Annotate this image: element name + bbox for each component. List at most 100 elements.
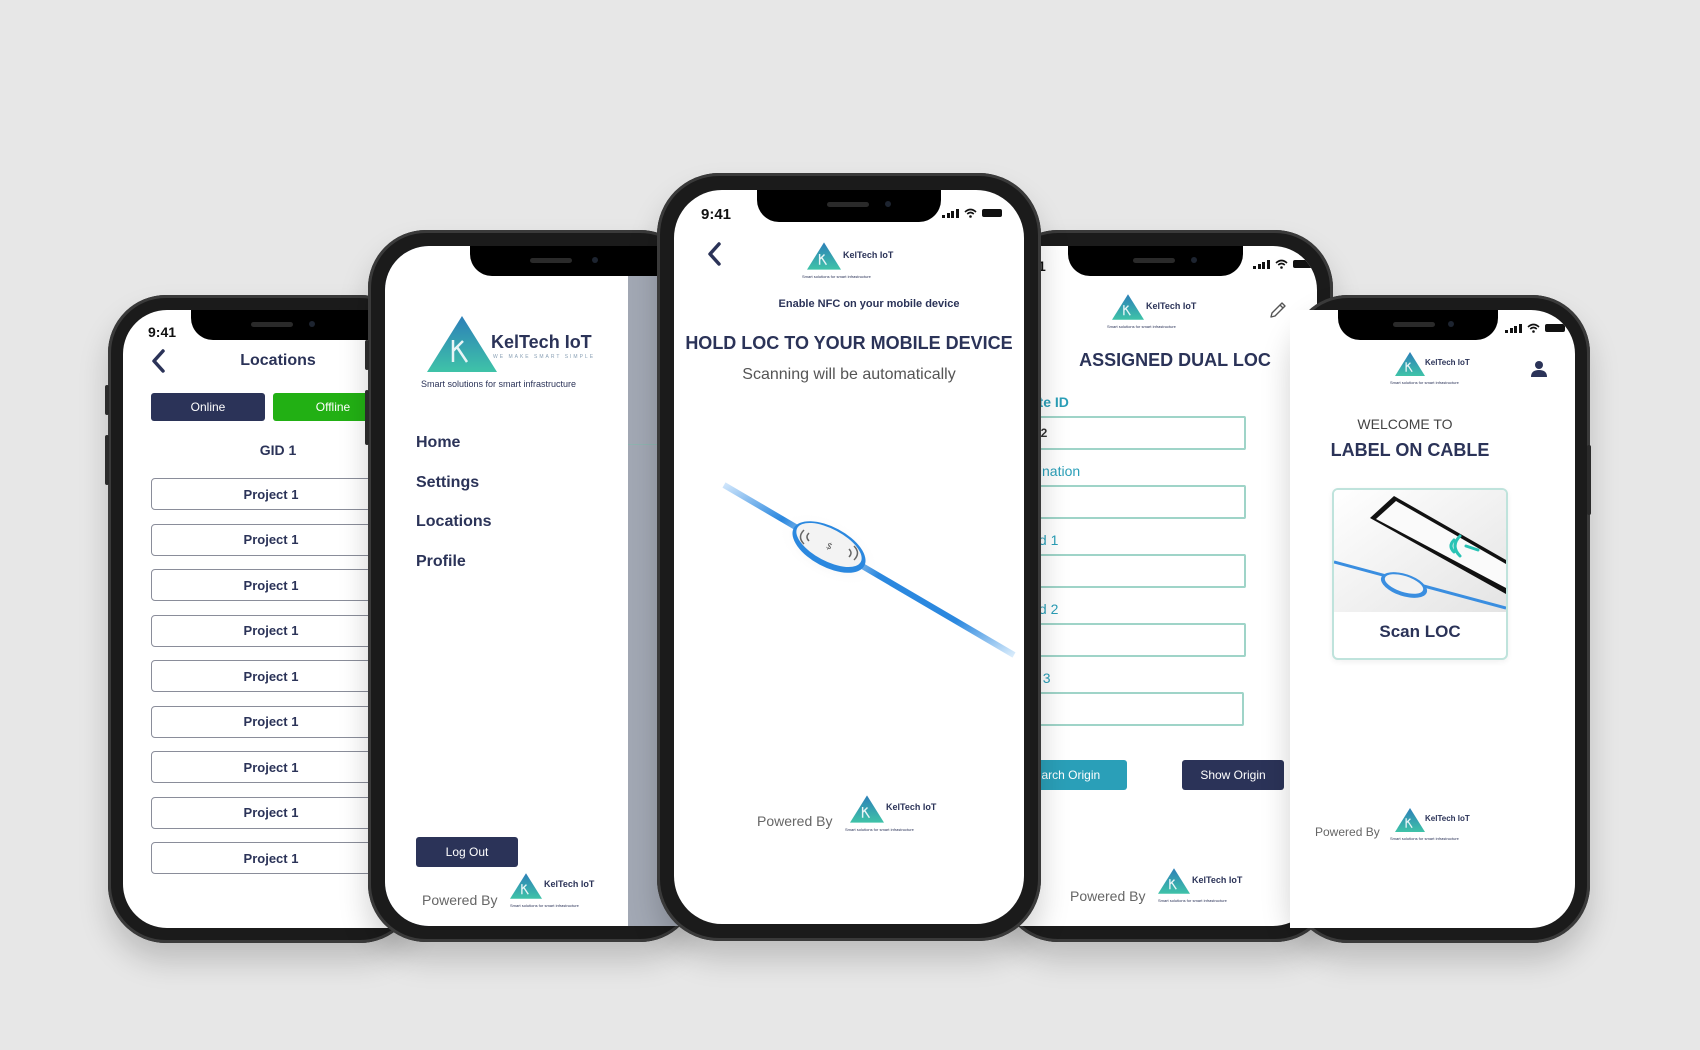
user-icon <box>1531 361 1547 377</box>
phone-assigned: 1 KelTech IoT Smart solutions for smart … <box>1000 230 1333 942</box>
brand-tagline: Smart solutions for smart infrastructure <box>1158 898 1227 903</box>
battery-icon <box>1292 260 1313 268</box>
project-list-item[interactable]: Project 1 <box>151 478 391 510</box>
status-time: 9:41 <box>701 206 732 223</box>
brand-tagline: Smart solutions for smart infrastructure <box>802 274 871 279</box>
brand-name: KelTech IoT <box>544 879 595 889</box>
powered-by-label: Powered By <box>1070 888 1146 904</box>
status-icons <box>942 208 1002 218</box>
assigned-screen: 1 KelTech IoT Smart solutions for smart … <box>1000 246 1317 926</box>
project-list-item[interactable]: Project 1 <box>151 569 391 601</box>
online-tab[interactable]: Online <box>151 393 265 421</box>
status-icons <box>1253 259 1313 269</box>
footer-logo: KelTech IoT Smart solutions for smart in… <box>845 795 960 845</box>
nfc-tag-cable-illustration: $ <box>722 482 1016 658</box>
nfc-hint: Enable NFC on your mobile device <box>778 298 960 310</box>
project-list-item[interactable]: Project 1 <box>151 796 391 829</box>
brand-name: KelTech IoT <box>1425 358 1470 367</box>
notch <box>1068 246 1243 276</box>
menu-item-locations[interactable]: Locations <box>416 513 492 531</box>
project-list-item[interactable]: Project 1 <box>151 614 391 647</box>
brand-tagline: Smart solutions for smart infrastructure <box>421 379 577 389</box>
logo-triangle-icon <box>510 873 542 899</box>
powered-by-label: Powered By <box>757 813 833 829</box>
brand-name: KelTech IoT <box>843 250 894 260</box>
project-list-item[interactable]: Project 1 <box>151 523 391 556</box>
powered-by-label: Powered By <box>422 892 498 908</box>
notch <box>757 190 941 222</box>
menu-item-settings[interactable]: Settings <box>416 474 479 492</box>
status-time: 9:41 <box>148 324 177 340</box>
side-button <box>105 385 109 415</box>
powered-by-label: Powered By <box>1315 825 1380 839</box>
group-label: GID 1 <box>259 442 297 458</box>
nfc-phone-illustration <box>1334 490 1506 612</box>
signal-icon <box>1505 323 1522 333</box>
logo-triangle-icon <box>807 242 841 270</box>
footer-logo: KelTech IoT Smart solutions for smart in… <box>1390 808 1495 858</box>
show-origin-button[interactable]: Show Origin <box>1182 760 1284 790</box>
logo-triangle-icon <box>1395 352 1425 376</box>
brand-name: KelTech IoT <box>1425 814 1470 823</box>
scan-loc-label: Scan LOC <box>1379 622 1461 641</box>
logo-triangle-icon <box>1158 868 1190 894</box>
scan-screen: 9:41 KelTech IoT Smart solutions for sma… <box>674 190 1024 924</box>
edit-button[interactable] <box>1268 300 1288 320</box>
notch <box>1338 310 1498 340</box>
pencil-icon <box>1270 302 1286 318</box>
footer-logo: KelTech IoT Smart solutions for smart in… <box>1158 868 1258 918</box>
scan-loc-card[interactable]: Scan LOC <box>1332 488 1508 660</box>
wifi-icon <box>1526 323 1540 333</box>
brand-name: KelTech IoT <box>886 802 937 812</box>
brand-tagline: Smart solutions for smart infrastructure <box>1390 836 1459 841</box>
back-button[interactable] <box>704 240 728 268</box>
app-name-heading: LABEL ON CABLE <box>1330 440 1490 460</box>
battery-icon <box>981 209 1002 217</box>
brand-tagline: Smart solutions for smart infrastructure <box>845 827 914 832</box>
battery-icon <box>1544 324 1565 332</box>
phone-menu: KelTech IoT WE MAKE SMART SIMPLE Smart s… <box>365 230 698 942</box>
scan-subheading: Scanning will be automatically <box>742 366 956 383</box>
menu-screen: KelTech IoT WE MAKE SMART SIMPLE Smart s… <box>385 246 698 926</box>
app-logo: KelTech IoT WE MAKE SMART SIMPLE Smart s… <box>421 316 627 396</box>
wifi-icon <box>1274 259 1288 269</box>
logout-button[interactable]: Log Out <box>416 837 518 867</box>
brand-tagline: Smart solutions for smart infrastructure <box>1390 380 1459 385</box>
side-button <box>1587 445 1591 515</box>
project-list-item[interactable]: Project 1 <box>151 751 391 783</box>
app-logo: KelTech IoT Smart solutions for smart in… <box>1390 352 1495 392</box>
welcome-screen: KelTech IoT Smart solutions for smart in… <box>1290 310 1575 928</box>
scan-heading: HOLD LOC TO YOUR MOBILE DEVICE <box>685 333 1013 353</box>
app-logo: KelTech IoT Smart solutions for smart in… <box>1107 294 1212 334</box>
logo-triangle-icon <box>1395 808 1425 832</box>
project-list-item[interactable]: Project 1 <box>151 842 391 874</box>
chevron-left-icon <box>708 242 721 266</box>
logo-triangle-icon <box>1112 294 1144 320</box>
status-icons <box>1505 323 1565 333</box>
back-button[interactable] <box>148 348 172 374</box>
side-button <box>105 435 109 485</box>
signal-icon <box>942 208 959 218</box>
app-logo: KelTech IoT Smart solutions for smart in… <box>802 242 917 282</box>
brand-name: KelTech IoT <box>1192 875 1243 885</box>
project-list-item[interactable]: Project 1 <box>151 660 391 692</box>
project-list-item[interactable]: Project 1 <box>151 705 391 738</box>
menu-item-profile[interactable]: Profile <box>416 553 466 571</box>
brand-name: KelTech IoT <box>1146 301 1197 311</box>
chevron-left-icon <box>152 349 165 373</box>
page-title: Locations <box>240 352 316 369</box>
wifi-icon <box>963 208 977 218</box>
footer-logo: KelTech IoT Smart solutions for smart in… <box>510 873 610 923</box>
page-title: ASSIGNED DUAL LOC <box>1079 350 1271 370</box>
side-button <box>365 340 369 370</box>
welcome-label: WELCOME TO <box>1357 416 1453 432</box>
brand-tagline: Smart solutions for smart infrastructure <box>510 903 579 908</box>
side-button <box>365 390 369 445</box>
logo-triangle-icon <box>850 795 884 823</box>
menu-item-home[interactable]: Home <box>416 434 460 452</box>
phone-welcome: KelTech IoT Smart solutions for smart in… <box>1290 295 1591 943</box>
signal-icon <box>1253 259 1270 269</box>
profile-button[interactable] <box>1530 360 1548 378</box>
logo-triangle-icon <box>427 316 497 372</box>
brand-name: KelTech IoT <box>491 332 592 352</box>
